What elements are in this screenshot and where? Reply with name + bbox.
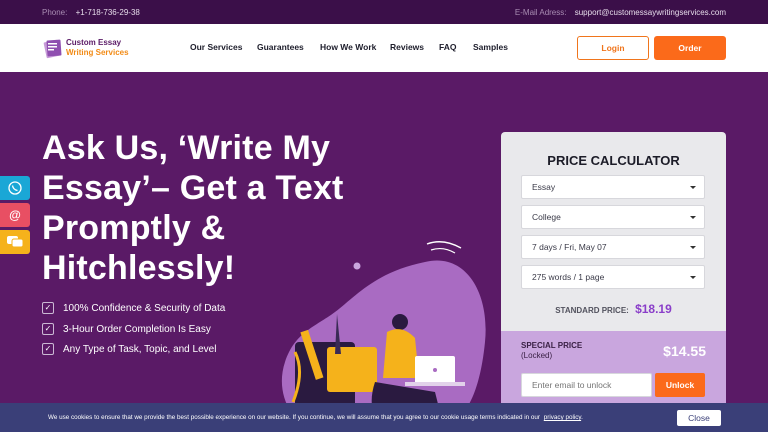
site-header: Custom Essay Writing Services Our Servic…	[0, 24, 768, 72]
chevron-down-icon	[690, 216, 696, 219]
logo[interactable]: Custom Essay Writing Services	[42, 36, 142, 60]
check-icon: ✓	[42, 322, 54, 335]
feature-text: 3-Hour Order Completion Is Easy	[63, 323, 211, 335]
nav-guarantees[interactable]: Guarantees	[257, 42, 304, 52]
unlock-button[interactable]: Unlock	[655, 373, 705, 397]
whatsapp-icon	[8, 181, 22, 195]
special-price-value: $14.55	[663, 343, 706, 359]
deadline-value: 7 days / Fri, May 07	[532, 242, 607, 252]
logo-icon	[43, 39, 62, 59]
pages-select[interactable]: 275 words / 1 page	[521, 265, 705, 289]
nav-how-we-work[interactable]: How We Work	[320, 42, 376, 52]
feature-text: 100% Confidence & Security of Data	[63, 303, 226, 314]
email-info: E-Mail Adress: support@customessaywritin…	[515, 8, 726, 17]
phone-info: Phone: +1-718-736-29-38	[42, 8, 140, 17]
cookie-banner: We use cookies to ensure that we provide…	[0, 403, 768, 432]
email-label: E-Mail Adress:	[514, 8, 567, 17]
cookie-message: We use cookies to ensure that we provide…	[48, 414, 583, 421]
deadline-select[interactable]: 7 days / Fri, May 07	[521, 235, 705, 259]
whatsapp-button[interactable]	[0, 176, 30, 200]
phone-number[interactable]: +1-718-736-29-38	[76, 8, 140, 17]
unlock-email-input[interactable]	[521, 373, 652, 397]
paper-type-value: Essay	[532, 182, 556, 192]
login-button[interactable]: Login	[577, 36, 649, 60]
pages-value: 275 words / 1 page	[532, 272, 605, 282]
order-button[interactable]: Order	[654, 36, 726, 60]
chevron-down-icon	[690, 276, 696, 279]
email-address[interactable]: support@customessaywritingservices.com	[575, 8, 726, 17]
nav-samples[interactable]: Samples	[473, 42, 508, 52]
email-icon: @	[9, 208, 21, 222]
nav-our-services[interactable]: Our Services	[190, 42, 242, 52]
special-price-locked: (Locked)	[521, 351, 553, 360]
check-icon: ✓	[42, 343, 54, 355]
standard-price-label: STANDARD PRICE:	[555, 306, 629, 315]
standard-price-value: $18.19	[635, 302, 672, 316]
phone-label: Phone:	[42, 8, 68, 17]
cookie-text: We use cookies to ensure that we provide…	[48, 414, 541, 421]
email-button[interactable]: @	[0, 203, 30, 227]
chat-button[interactable]	[0, 230, 30, 254]
calculator-title: PRICE CALCULATOR	[547, 153, 680, 168]
chevron-down-icon	[690, 246, 696, 249]
special-price-title: SPECIAL PRICE	[521, 341, 583, 350]
nav-faq[interactable]: FAQ	[439, 42, 456, 52]
chat-icon	[7, 236, 24, 248]
paper-type-select[interactable]: Essay	[521, 175, 705, 199]
top-bar: Phone: +1-718-736-29-38 E-Mail Adress: s…	[0, 0, 768, 24]
cookie-close-button[interactable]: Close	[677, 410, 721, 426]
student-laptop-illustration	[281, 241, 486, 432]
privacy-policy-link[interactable]: privacy policy	[544, 414, 581, 421]
chevron-down-icon	[690, 186, 696, 189]
feature-text: Any Type of Task, Topic, and Level	[63, 344, 217, 355]
headline-line: Ask Us, ‘Write My	[42, 129, 331, 167]
price-calculator: PRICE CALCULATOR Essay College 7 days / …	[501, 132, 726, 432]
standard-price: STANDARD PRICE: $18.19	[501, 302, 726, 316]
headline-line: Essay’– Get a Text	[42, 169, 344, 207]
logo-line1: Custom Essay	[66, 38, 122, 47]
special-price-label: SPECIAL PRICE (Locked)	[521, 341, 582, 361]
nav-reviews[interactable]: Reviews	[390, 42, 424, 52]
logo-line2: Writing Services	[66, 48, 129, 57]
academic-level-value: College	[532, 212, 561, 222]
check-icon: ✓	[42, 302, 54, 314]
academic-level-select[interactable]: College	[521, 205, 705, 229]
